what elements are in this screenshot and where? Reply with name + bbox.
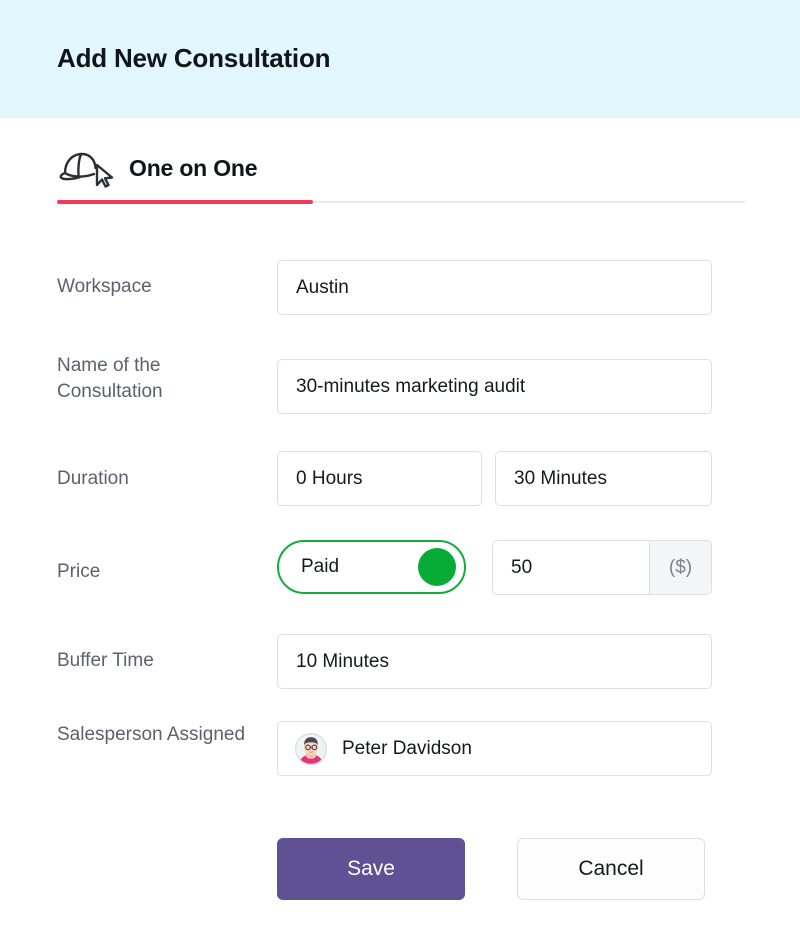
duration-hours-input[interactable]: 0 Hours [277, 451, 482, 506]
consultation-name-label: Name of the Consultation [57, 353, 267, 405]
tab-active-indicator [57, 200, 313, 204]
buffer-time-label: Buffer Time [57, 648, 267, 674]
form-row-consultation-name: Name of the Consultation 30-minutes mark… [0, 314, 800, 414]
price-label: Price [57, 559, 267, 585]
tab-bar: One on One [0, 118, 800, 214]
dialog-header: Add New Consultation [0, 0, 800, 118]
avatar [294, 732, 328, 766]
cap-cursor-icon [57, 148, 115, 188]
duration-label: Duration [57, 466, 267, 492]
add-consultation-dialog: Add New Consultation One on One [0, 0, 800, 946]
tab-rail [313, 201, 745, 203]
toggle-knob-icon[interactable] [418, 548, 456, 586]
save-button[interactable]: Save [277, 838, 465, 900]
workspace-label: Workspace [57, 274, 267, 300]
dialog-actions: Save Cancel [0, 838, 800, 902]
workspace-input[interactable]: Austin [277, 260, 712, 315]
price-paid-toggle[interactable]: Paid [277, 540, 466, 594]
price-amount-field[interactable]: 50 ($) [492, 540, 712, 595]
page-title: Add New Consultation [57, 43, 330, 74]
form-row-salesperson: Salesperson Assigned [0, 702, 800, 802]
duration-minutes-input[interactable]: 30 Minutes [495, 451, 712, 506]
consultation-name-input[interactable]: 30-minutes marketing audit [277, 359, 712, 414]
form-row-buffer-time: Buffer Time 10 Minutes [0, 606, 800, 702]
salesperson-label: Salesperson Assigned [57, 722, 267, 748]
form-row-price: Price Paid 50 ($) [0, 510, 800, 606]
price-toggle-label: Paid [301, 556, 339, 578]
form-row-workspace: Workspace Austin [0, 214, 800, 310]
form-row-duration: Duration 0 Hours 30 Minutes [0, 414, 800, 510]
currency-suffix: ($) [649, 541, 711, 594]
tab-one-on-one[interactable]: One on One [57, 148, 257, 188]
salesperson-name: Peter Davidson [342, 738, 472, 760]
salesperson-input[interactable]: Peter Davidson [277, 721, 712, 776]
price-amount-input[interactable]: 50 [493, 541, 649, 594]
tab-label: One on One [129, 155, 257, 182]
cancel-button[interactable]: Cancel [517, 838, 705, 900]
buffer-time-input[interactable]: 10 Minutes [277, 634, 712, 689]
